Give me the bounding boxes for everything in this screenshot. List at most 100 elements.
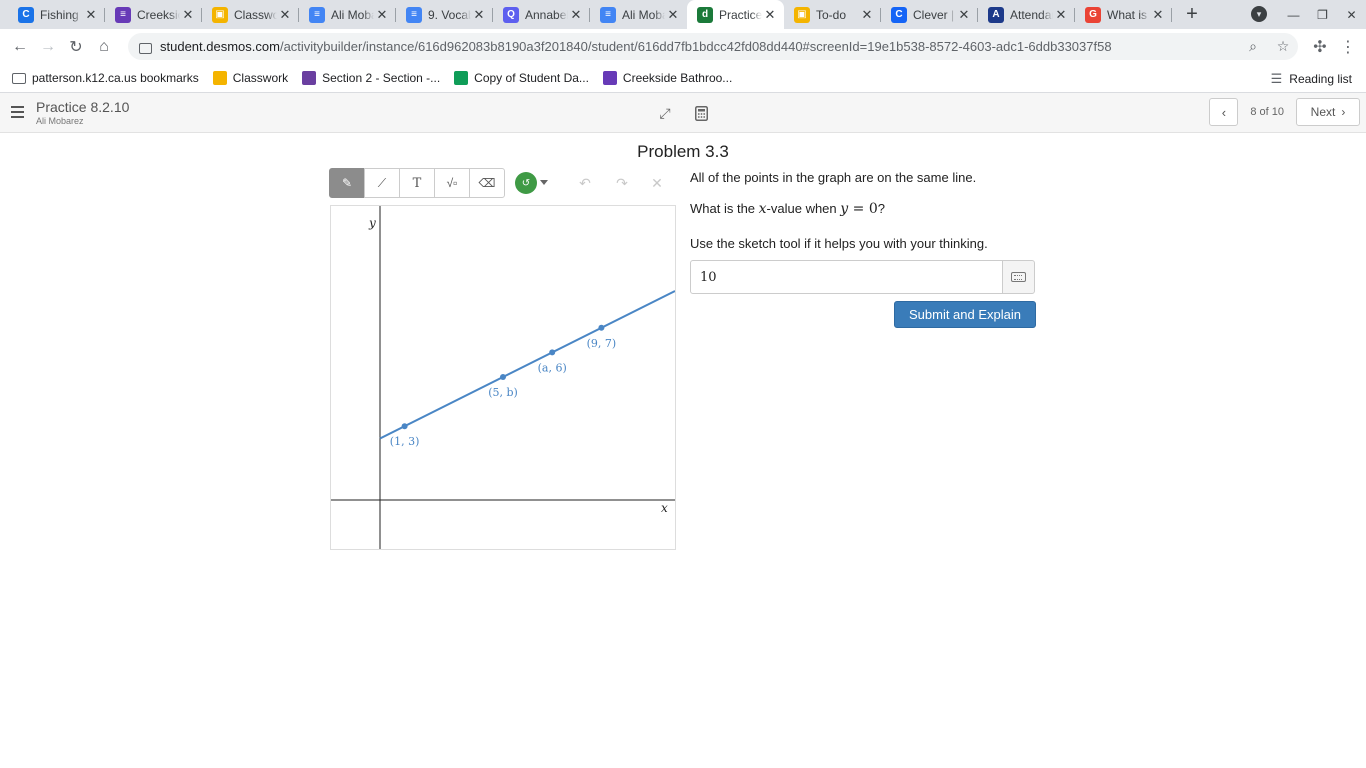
browser-tab[interactable]: d Practice ✕ (687, 0, 784, 29)
tab-title: Classwork (234, 7, 277, 22)
tab-title: Fishing (40, 7, 79, 22)
tab-close-icon[interactable]: ✕ (1150, 7, 1166, 23)
activity-title: Practice 8.2.10 (36, 99, 130, 115)
eraser-icon: ⌫ (478, 176, 496, 190)
browser-tab[interactable]: ≡ Ali Mobarez✕ (299, 0, 396, 29)
calculator-icon[interactable] (692, 104, 710, 122)
menu-kebab-icon[interactable]: ⋮ (1334, 33, 1362, 61)
clever-favicon-icon: C (891, 6, 907, 23)
tab-close-icon[interactable]: ✕ (956, 7, 972, 23)
tab-close-icon[interactable]: ✕ (180, 7, 196, 23)
tab-title: Practice (719, 7, 762, 22)
tab-search-icon[interactable]: ▾ (1251, 6, 1267, 22)
bookmark-item[interactable]: Section 2 - Section -... (302, 71, 440, 85)
browser-tab[interactable]: ≡ Creekside✕ (105, 0, 202, 29)
browser-tab[interactable]: C Clever | ✕ (881, 0, 978, 29)
lock-icon (138, 41, 152, 54)
reload-icon[interactable]: ↻ (62, 33, 90, 61)
tab-close-icon[interactable]: ✕ (83, 7, 99, 23)
minimize-icon[interactable]: — (1279, 0, 1308, 29)
prompt-statement: All of the points in the graph are on th… (690, 170, 977, 185)
extensions-icon[interactable]: ✣ (1306, 33, 1334, 61)
browser-tab[interactable]: A Attendance✕ (978, 0, 1075, 29)
browser-tab[interactable]: ▣ To-do ✕ (784, 0, 881, 29)
graph-svg[interactable]: x y (1, 3) (5, b) (a, 6) (9, 7) (331, 206, 675, 549)
tab-close-icon[interactable]: ✕ (1053, 7, 1069, 23)
color-picker-button[interactable]: ↺ (515, 172, 537, 194)
fullscreen-icon[interactable]: ⤢ (656, 104, 674, 122)
tab-title: What is (1107, 7, 1148, 22)
tab-title: Annabelle (525, 7, 568, 22)
forms-favicon-icon: ≡ (115, 6, 131, 23)
tab-title: 9. Vocab (428, 7, 471, 22)
tab-close-icon[interactable]: ✕ (859, 7, 875, 23)
graph-line (379, 290, 675, 440)
new-tab-button[interactable]: + (1178, 0, 1206, 28)
graph-point (598, 324, 605, 331)
back-icon[interactable]: ← (6, 33, 34, 61)
redo-icon[interactable]: ↷ (613, 174, 631, 192)
forward-icon[interactable]: → (34, 33, 62, 61)
square-root-icon: √▫ (446, 176, 458, 190)
sheets-icon (454, 71, 469, 85)
prompt-question-text: What is the (690, 201, 759, 216)
math-tool-button[interactable]: √▫ (434, 168, 470, 198)
browser-tab[interactable]: ≡ Ali Mobarez✕ (590, 0, 687, 29)
pencil-tool-button[interactable]: ✎ (329, 168, 365, 198)
previous-screen-button[interactable]: ‹ (1209, 98, 1239, 126)
hamburger-menu-icon[interactable] (11, 106, 24, 118)
restore-icon[interactable]: ❐ (1308, 0, 1337, 29)
home-icon[interactable]: ⌂ (90, 33, 118, 61)
address-bar[interactable]: student.desmos.com/activitybuilder/insta… (128, 33, 1298, 60)
bookmark-item[interactable]: Copy of Student Da... (454, 71, 589, 85)
tci-icon (302, 71, 317, 85)
math-keyboard-button[interactable] (1002, 260, 1035, 294)
keyboard-icon (1011, 272, 1026, 282)
classroom-icon (212, 71, 227, 85)
zoom-icon[interactable]: ⌕ (1238, 38, 1268, 55)
tab-close-icon[interactable]: ✕ (665, 7, 681, 23)
quizizz-favicon-icon: Q (503, 6, 519, 23)
next-screen-button[interactable]: Next › (1296, 98, 1360, 126)
bookmark-item[interactable]: Creekside Bathroo... (602, 71, 732, 85)
tab-title: Ali Mobarez (622, 7, 665, 22)
tab-close-icon[interactable]: ✕ (374, 7, 390, 23)
graph-panel[interactable]: x y (1, 3) (5, b) (a, 6) (9, 7) (330, 205, 676, 550)
line-icon: ⟋ (377, 175, 387, 190)
eraser-tool-button[interactable]: ⌫ (469, 168, 505, 198)
text-tool-button[interactable]: T (399, 168, 435, 198)
browser-tab[interactable]: C Fishing ✕ (8, 0, 105, 29)
math-var-y: y (840, 201, 849, 217)
reading-list-button[interactable]: ☰ Reading list (1271, 64, 1352, 93)
tab-close-icon[interactable]: ✕ (762, 7, 778, 23)
folder-icon (12, 72, 26, 84)
line-tool-button[interactable]: ⟋ (364, 168, 400, 198)
tab-title: Ali Mobarez (331, 7, 374, 22)
browser-tab[interactable]: G What is ✕ (1075, 0, 1172, 29)
color-caret-icon[interactable] (540, 180, 548, 185)
close-window-icon[interactable]: ✕ (1337, 0, 1366, 29)
tab-close-icon[interactable]: ✕ (277, 7, 293, 23)
browser-toolbar: ← → ↻ ⌂ student.desmos.com/activitybuild… (0, 29, 1366, 64)
answer-math-input[interactable]: 10 (690, 260, 1003, 294)
screen-pager: ‹ 8 of 10 Next › (1209, 98, 1360, 126)
bookmark-item[interactable]: patterson.k12.ca.us bookmarks (12, 71, 199, 85)
clear-sketch-icon[interactable]: ✕ (648, 174, 666, 192)
graph-point (500, 374, 506, 380)
submit-and-explain-button[interactable]: Submit and Explain (894, 301, 1036, 328)
prompt-question-end: ? (877, 201, 885, 216)
browser-tab[interactable]: Q Annabelle✕ (493, 0, 590, 29)
chevron-right-icon: › (1341, 105, 1346, 119)
bookmark-item[interactable]: Classwork (212, 71, 288, 85)
browser-tab[interactable]: ≡ 9. Vocab ✕ (396, 0, 493, 29)
activity-header: Practice 8.2.10 Ali Mobarez ⤢ ‹ 8 of 10 … (0, 93, 1366, 133)
browser-tab[interactable]: ▣ Classwork✕ (202, 0, 299, 29)
prompt-question-text-2: -value when (766, 201, 841, 216)
pen-color-icon: ↺ (521, 177, 531, 189)
point-label: (1, 3) (390, 435, 420, 448)
undo-icon[interactable]: ↶ (576, 174, 594, 192)
tab-close-icon[interactable]: ✕ (568, 7, 584, 23)
bookmark-star-icon[interactable]: ☆ (1268, 38, 1298, 55)
forms-icon (602, 71, 617, 85)
tab-close-icon[interactable]: ✕ (471, 7, 487, 23)
